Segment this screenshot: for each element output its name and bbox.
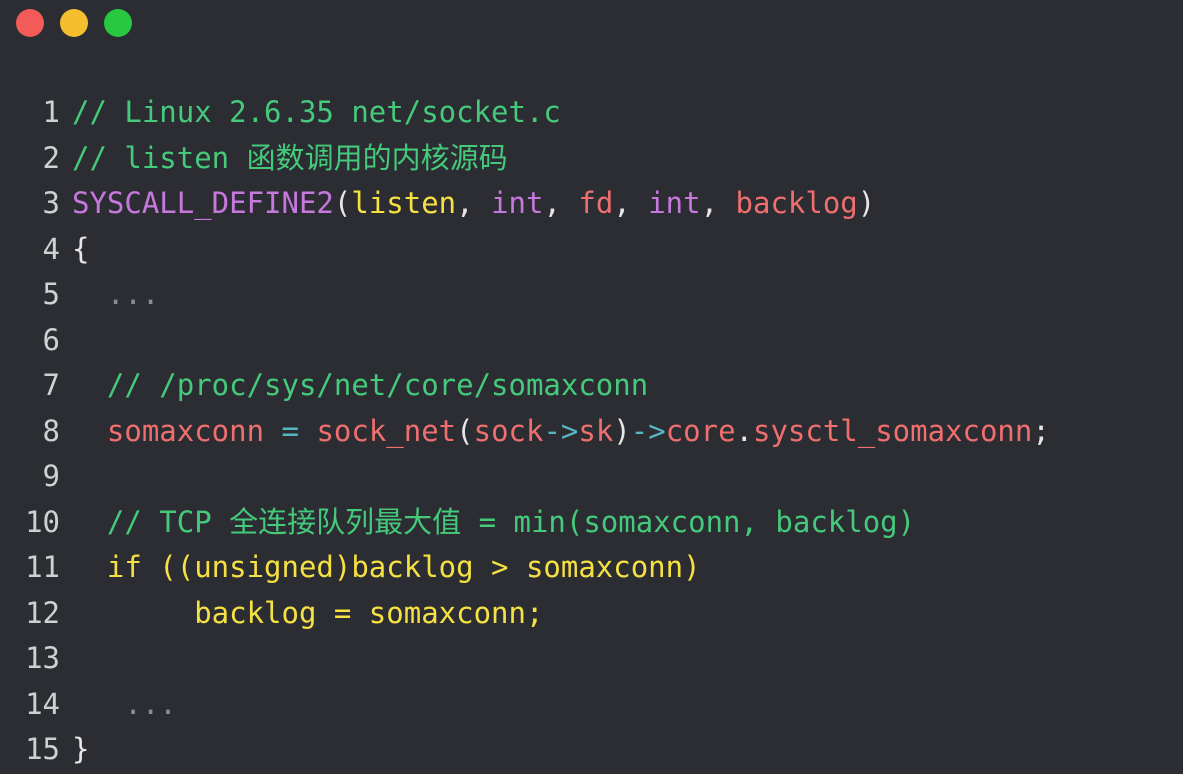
code-token: SYSCALL_DEFINE2 (72, 186, 334, 220)
code-line: 2 // listen 函数调用的内核源码 (0, 136, 1183, 182)
maximize-button[interactable] (104, 9, 132, 37)
code-token: sock_net (316, 413, 457, 448)
code-token: sk (578, 413, 614, 448)
line-number: 14 (25, 686, 60, 721)
line-number: 5 (42, 277, 60, 311)
code-token: ) (857, 186, 876, 220)
code-token: // /proc/sys/net/core/somaxconn (72, 368, 649, 402)
code-token: sysctl_somaxconn (753, 413, 1033, 448)
code-token: ( (333, 186, 352, 220)
line-number: 2 (42, 140, 60, 175)
code-token: sock (473, 413, 544, 448)
code-line: 10 // TCP 全连接队列最大值 = min(somaxconn, back… (0, 500, 1183, 546)
window-controls (16, 8, 132, 38)
code-line: 9 (0, 454, 1183, 500)
line-source: ... (72, 272, 1183, 318)
line-source: } (72, 727, 1183, 773)
code-line: 14 ... (0, 682, 1183, 728)
code-token: { (72, 231, 90, 266)
line-number: 8 (42, 413, 60, 448)
code-token: } (72, 732, 90, 766)
line-number: 6 (42, 322, 60, 357)
code-token: = (264, 413, 317, 448)
line-number: 9 (42, 459, 60, 493)
code-token: int (648, 186, 701, 220)
line-number: 1 (42, 95, 60, 129)
code-token: fd (578, 186, 614, 220)
line-number: 3 (42, 186, 60, 220)
line-source: somaxconn = sock_net(sock->sk)->core.sys… (72, 409, 1183, 455)
line-number: 12 (25, 595, 60, 630)
code-line: 13 (0, 636, 1183, 682)
line-number: 13 (25, 641, 60, 675)
line-source: // /proc/sys/net/core/somaxconn (72, 363, 1183, 409)
code-token: if ((unsigned)backlog > somaxconn) (72, 550, 701, 584)
line-source: ... (72, 682, 1183, 728)
code-token: core (665, 413, 736, 448)
code-token: backlog = somaxconn; (72, 595, 544, 630)
code-token: , (700, 186, 736, 220)
code-token: . (735, 413, 753, 448)
code-token: // Linux 2.6.35 net/socket.c (72, 95, 561, 129)
line-source: if ((unsigned)backlog > somaxconn) (72, 545, 1183, 591)
code-line: 12 backlog = somaxconn; (0, 591, 1183, 637)
line-source (72, 636, 1183, 682)
line-number: 15 (25, 732, 60, 766)
code-line: 6 (0, 318, 1183, 364)
code-token: ) (613, 413, 631, 448)
code-token: // listen 函数调用的内核源码 (72, 140, 508, 175)
line-number: 10 (25, 504, 60, 539)
code-line: 7 // /proc/sys/net/core/somaxconn (0, 363, 1183, 409)
code-window: 1 // Linux 2.6.35 net/socket.c 2 // listen … (0, 0, 1183, 774)
code-editor[interactable]: 1 // Linux 2.6.35 net/socket.c 2 // listen … (0, 90, 1183, 773)
code-line: 8 somaxconn = sock_net(sock->sk)->core.s… (0, 409, 1183, 455)
code-token: ... (72, 277, 160, 311)
code-token: , (456, 186, 492, 220)
code-token: int (491, 186, 544, 220)
code-token: -> (543, 413, 579, 448)
code-token: -> (630, 413, 666, 448)
line-source: // listen 函数调用的内核源码 (72, 136, 1183, 182)
code-token: listen (351, 186, 457, 220)
code-token: , (543, 186, 579, 220)
code-line: 15} (0, 727, 1183, 773)
code-token: ( (456, 413, 474, 448)
code-line: 11 if ((unsigned)backlog > somaxconn) (0, 545, 1183, 591)
close-button[interactable] (16, 9, 44, 37)
code-line: 3 SYSCALL_DEFINE2(listen, int, fd, int, b… (0, 181, 1183, 227)
code-token: somaxconn (72, 413, 265, 448)
line-source: // Linux 2.6.35 net/socket.c (72, 90, 1183, 136)
line-number: 7 (42, 368, 60, 402)
code-line: 1 // Linux 2.6.35 net/socket.c (0, 90, 1183, 136)
code-token: // TCP 全连接队列最大值 = min(somaxconn, backlog… (72, 504, 916, 539)
line-source (72, 454, 1183, 500)
line-source (72, 318, 1183, 364)
line-source: backlog = somaxconn; (72, 591, 1183, 637)
code-token: , (613, 186, 649, 220)
line-source: SYSCALL_DEFINE2(listen, int, fd, int, ba… (72, 181, 1183, 227)
code-token: ; (1032, 413, 1050, 448)
code-token: backlog (735, 186, 858, 220)
line-number: 11 (25, 550, 60, 584)
code-line: 5 ... (0, 272, 1183, 318)
line-number: 4 (42, 231, 60, 266)
line-source: { (72, 227, 1183, 273)
minimize-button[interactable] (60, 9, 88, 37)
code-line: 4{ (0, 227, 1183, 273)
code-token: ... (72, 686, 177, 721)
line-source: // TCP 全连接队列最大值 = min(somaxconn, backlog… (72, 500, 1183, 546)
